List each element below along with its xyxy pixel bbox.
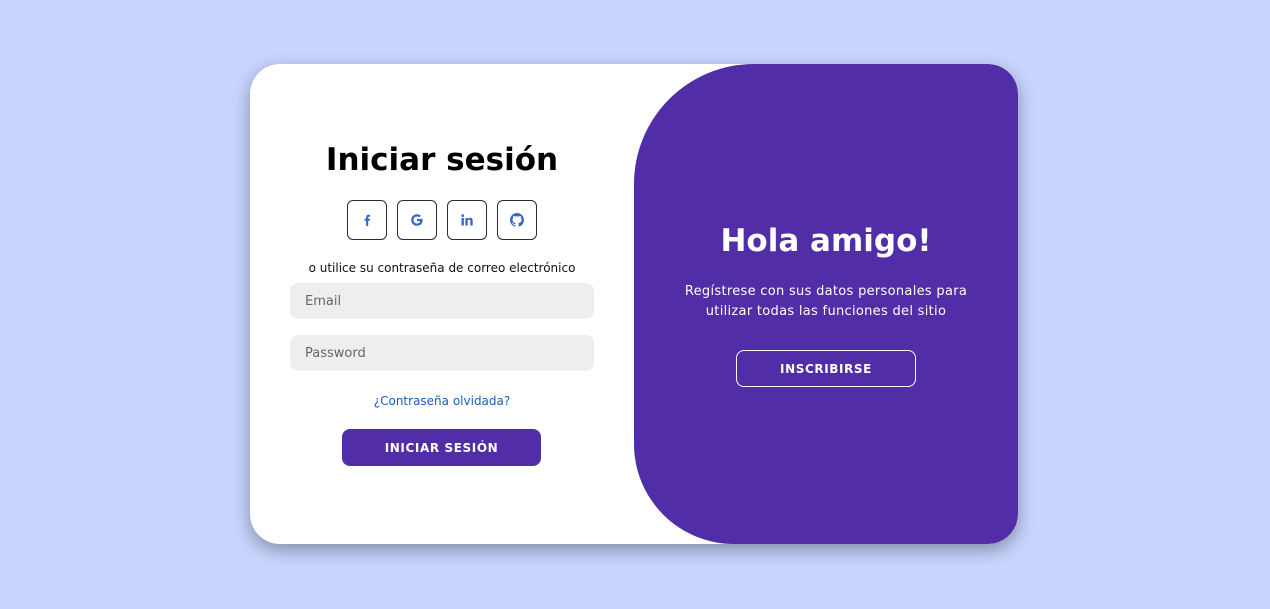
- google-button[interactable]: [397, 200, 437, 240]
- google-icon: [410, 213, 424, 227]
- panel-title: Hola amigo!: [720, 223, 932, 259]
- auth-card: Iniciar sesión o utilice su contraseña d…: [250, 64, 1018, 544]
- facebook-icon: [360, 213, 374, 227]
- signup-button[interactable]: INSCRIBIRSE: [736, 350, 916, 387]
- linkedin-icon: [460, 213, 474, 227]
- signin-button[interactable]: INICIAR SESIÓN: [342, 429, 541, 466]
- email-field[interactable]: [290, 283, 594, 319]
- linkedin-button[interactable]: [447, 200, 487, 240]
- forgot-password-link[interactable]: ¿Contraseña olvidada?: [250, 393, 634, 409]
- password-field[interactable]: [290, 335, 594, 371]
- github-button[interactable]: [497, 200, 537, 240]
- signin-title: Iniciar sesión: [325, 142, 559, 178]
- facebook-button[interactable]: [347, 200, 387, 240]
- signin-form: Iniciar sesión o utilice su contraseña d…: [250, 64, 634, 544]
- panel-description: Regístrese con sus datos personales para…: [684, 284, 968, 319]
- alt-login-text: o utilice su contraseña de correo electr…: [308, 261, 576, 275]
- social-login-row: [347, 200, 537, 240]
- page: Iniciar sesión o utilice su contraseña d…: [0, 0, 1270, 609]
- github-icon: [510, 213, 524, 227]
- signup-panel: Hola amigo! Regístrese con sus datos per…: [634, 64, 1018, 544]
